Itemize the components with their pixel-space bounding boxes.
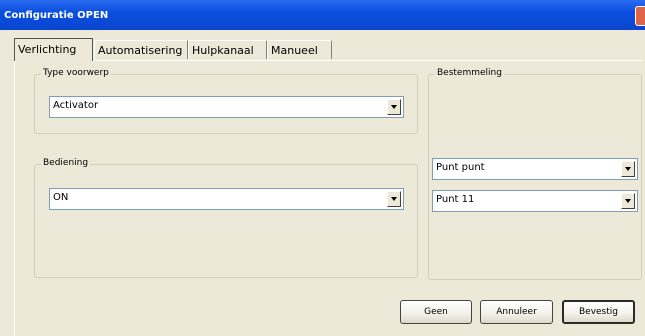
bestemmeling-value-2: Punt 11 — [436, 194, 475, 205]
close-icon[interactable] — [635, 6, 645, 26]
tab-manueel[interactable]: Manueel — [267, 40, 332, 59]
geen-button[interactable]: Geen — [400, 300, 472, 324]
annuleer-button[interactable]: Annuleer — [480, 300, 553, 324]
type-voorwerp-label: Type voorwerp — [41, 68, 111, 78]
chevron-down-icon[interactable] — [387, 99, 401, 115]
bediening-value: ON — [53, 192, 69, 203]
chevron-down-icon[interactable] — [387, 191, 401, 207]
type-voorwerp-value: Activator — [53, 100, 99, 111]
bestemmeling-value-1: Punt punt — [436, 162, 485, 173]
chevron-down-icon[interactable] — [621, 193, 635, 209]
bestemmeling-label: Bestemmeling — [435, 68, 504, 78]
title-bar[interactable]: Configuratie OPEN — [0, 0, 645, 30]
bediening-group: Bediening — [34, 158, 418, 278]
bevestig-button[interactable]: Bevestig — [562, 300, 635, 324]
tab-hulpkanaal[interactable]: Hulpkanaal — [188, 40, 267, 59]
chevron-down-icon[interactable] — [621, 161, 635, 177]
window-title: Configuratie OPEN — [4, 10, 109, 21]
bestemmeling-select-2[interactable]: Punt 11 — [432, 190, 638, 212]
tab-automatisering[interactable]: Automatisering — [94, 40, 188, 59]
bestemmeling-select-1[interactable]: Punt punt — [432, 158, 638, 180]
tab-verlichting[interactable]: Verlichting — [14, 38, 93, 61]
bediening-label: Bediening — [41, 158, 91, 168]
bediening-select[interactable]: ON — [49, 188, 404, 210]
config-window: Configuratie OPEN Verlichting Automatise… — [0, 0, 645, 336]
type-voorwerp-select[interactable]: Activator — [49, 96, 404, 118]
